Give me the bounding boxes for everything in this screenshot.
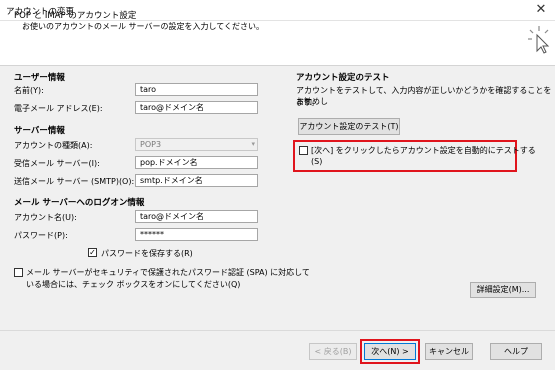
- user-info-heading: ユーザー情報: [14, 73, 65, 83]
- logon-info-heading: メール サーバーへのログオン情報: [14, 198, 145, 208]
- test-desc-line1: アカウントをテストして、入力内容が正しいかどうかを確認することをお勧めし: [296, 86, 552, 106]
- spa-label-line2: いる場合には、チェック ボックスをオンにしてください(Q): [26, 280, 241, 289]
- close-icon[interactable]: ✕: [533, 2, 549, 18]
- password-input[interactable]: ******: [135, 228, 258, 241]
- header-subtitle: お使いのアカウントのメール サーバーの設定を入力してください。: [22, 22, 264, 31]
- test-account-button[interactable]: アカウント設定のテスト(T): [298, 118, 400, 135]
- account-name-input[interactable]: taro@ドメイン名: [135, 210, 258, 223]
- test-heading: アカウント設定のテスト: [296, 73, 390, 83]
- outgoing-server-label: 送信メール サーバー (SMTP)(O):: [14, 177, 135, 186]
- server-info-heading: サーバー情報: [14, 126, 65, 136]
- auto-test-label-line2: (S): [311, 157, 323, 166]
- auto-test-label-line1: [次へ] をクリックしたらアカウント設定を自動的にテストする: [311, 146, 536, 155]
- incoming-server-label: 受信メール サーバー(I):: [14, 159, 100, 168]
- header-title: POP と IMAP のアカウント設定: [14, 11, 137, 21]
- back-button[interactable]: < 戻る(B): [309, 343, 357, 360]
- remember-password-label: パスワードを保存する(R): [101, 249, 193, 258]
- auto-test-checkbox[interactable]: [299, 146, 308, 155]
- email-input[interactable]: taro@ドメイン名: [135, 101, 258, 114]
- spa-checkbox[interactable]: [14, 268, 23, 277]
- cancel-button[interactable]: キャンセル: [425, 343, 473, 360]
- account-type-value: POP3: [140, 140, 162, 149]
- account-type-select: POP3 ▾: [135, 138, 258, 151]
- outgoing-server-input[interactable]: smtp.ドメイン名: [135, 174, 258, 187]
- remember-password-checkbox[interactable]: ✓: [88, 248, 97, 257]
- test-desc-line2: ます。: [296, 98, 320, 107]
- password-label: パスワード(P):: [14, 231, 68, 240]
- name-input[interactable]: taro: [135, 83, 258, 96]
- spa-label-line1: メール サーバーがセキュリティで保護されたパスワード認証 (SPA) に対応して: [26, 268, 310, 277]
- next-button[interactable]: 次へ(N) >: [364, 343, 416, 360]
- email-label: 電子メール アドレス(E):: [14, 104, 103, 113]
- help-button[interactable]: ヘルプ: [490, 343, 542, 360]
- checkmark-icon: ✓: [89, 248, 96, 257]
- footer-divider: [0, 330, 555, 331]
- name-label: 名前(Y):: [14, 86, 44, 95]
- account-name-label: アカウント名(U):: [14, 213, 77, 222]
- incoming-server-input[interactable]: pop.ドメイン名: [135, 156, 258, 169]
- more-settings-button[interactable]: 詳細設定(M)...: [470, 282, 536, 298]
- cursor-click-icon: [528, 26, 550, 54]
- account-type-label: アカウントの種類(A):: [14, 141, 93, 150]
- chevron-down-icon: ▾: [251, 140, 255, 148]
